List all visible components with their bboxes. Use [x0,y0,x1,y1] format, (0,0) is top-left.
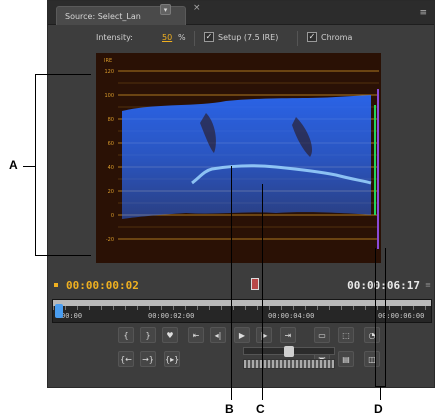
scale-label: 60 [108,141,114,147]
program-monitor-panel: Source: Select_Lan ▾ × ≡ Intensity: 50 %… [47,0,435,388]
callout-d-bracket-right [385,248,386,386]
ruler-label: 00:00 [61,312,83,320]
chroma-bar-green [374,105,376,215]
scale-label: 0 [111,213,114,219]
ruler-label: 00:00:04:00 [268,312,315,320]
mark-in-button[interactable]: { [118,327,134,343]
step-back-button[interactable]: ◂| [210,327,226,343]
panel-tab-bar: Source: Select_Lan ▾ × ≡ [48,1,434,25]
scale-label: 100 [104,93,114,99]
callout-d-label: D [374,402,383,416]
export-frame-button[interactable]: ◫ [364,351,380,367]
duration-timecode: 00:00:06:17 [347,279,420,292]
output-button[interactable]: ▭ [314,327,330,343]
callout-c-label: C [256,402,265,416]
go-to-out-button[interactable]: ⇥ [280,327,296,343]
safe-margins-button[interactable]: ⬚ [338,327,354,343]
yc-waveform-display: IRE 120 100 80 60 40 20 0 -20 [96,53,381,263]
scale-label: 20 [108,189,114,195]
ruler-label: 00:00:02:00 [148,312,195,320]
setup-checkbox[interactable]: ✓ [204,32,214,42]
shuttle-knob[interactable] [284,346,294,357]
settings-button[interactable]: ◔ [364,327,380,343]
callout-a-bracket-top [35,74,91,75]
playhead[interactable] [55,304,63,318]
source-tab-label: Source: Select_Lan [65,11,141,21]
play-in-to-out-button[interactable]: {▸} [164,351,181,367]
step-forward-button[interactable]: |▸ [256,327,272,343]
chroma-checkbox[interactable]: ✓ [307,32,317,42]
shuttle-slider[interactable] [243,346,335,357]
jog-wheel[interactable] [243,359,335,369]
set-marker-button[interactable]: ♥ [162,327,178,343]
waveform-graph: IRE 120 100 80 60 40 20 0 -20 [104,58,379,249]
setup-label: Setup (7.5 IRE) [218,33,279,42]
mark-out-button[interactable]: } [140,327,156,343]
scale-unit-label: IRE [104,58,112,64]
go-to-in-button[interactable]: ⇤ [188,327,204,343]
go-to-next-marker-button[interactable]: →} [140,351,156,367]
callout-a-label: A [9,158,18,172]
go-to-prev-marker-button[interactable]: {← [118,351,134,367]
scale-label: 80 [108,117,114,123]
intensity-label: Intensity: [96,33,133,42]
play-button[interactable]: ▶ [234,327,250,343]
callout-b-label: B [225,402,234,416]
options-divider [297,31,298,46]
scale-label: -20 [106,237,114,243]
menu-icon[interactable]: ≡ [425,281,431,289]
drop-frame-icon[interactable] [251,278,259,290]
chroma-label: Chroma [321,33,353,42]
scope-options-bar: Intensity: 50 % ✓ Setup (7.5 IRE) ✓ Chro… [48,25,434,51]
callout-b-line [231,166,232,400]
tab-dropdown-icon[interactable]: ▾ [160,4,171,15]
chroma-bar-purple [377,89,379,249]
intensity-value[interactable]: 50 [162,33,172,42]
callout-d-stem [380,386,381,400]
scale-label: 120 [104,69,114,75]
scale-label: 40 [108,165,114,171]
callout-a-bracket-vertical [35,74,36,256]
intensity-unit: % [178,33,186,42]
callout-c-line [262,184,263,400]
timecode-bar: 00:00:00:02 00:00:06:17 ≡ [48,275,434,295]
callout-a-tick [23,166,35,167]
options-divider [194,31,195,46]
waveform-trace [122,95,371,219]
callout-d-bracket-left [375,248,376,386]
close-icon[interactable]: × [193,3,428,13]
callout-a-bracket-bottom [35,255,91,256]
overlay-button[interactable]: ▤ [338,351,354,367]
panel-menu-icon[interactable]: ≡ [419,8,426,18]
playhead-indicator-icon [54,283,58,287]
current-timecode[interactable]: 00:00:00:02 [66,279,139,292]
